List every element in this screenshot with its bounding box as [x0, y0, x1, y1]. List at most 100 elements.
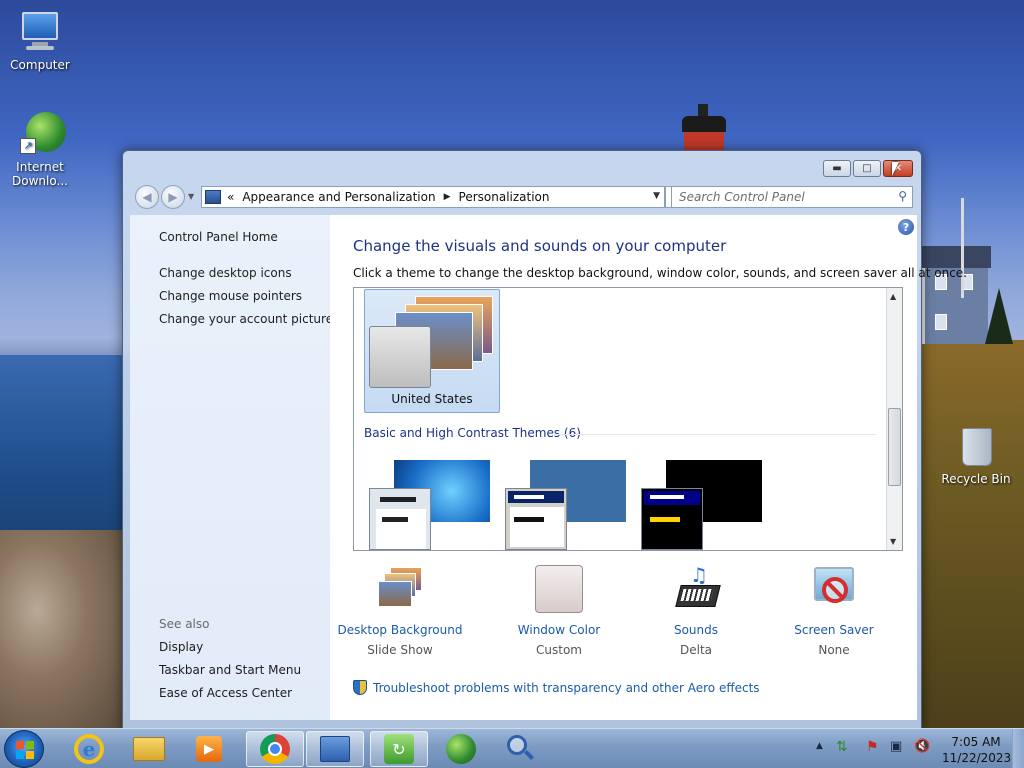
display-link[interactable]: Display: [159, 640, 203, 654]
taskbar-control-panel[interactable]: [306, 731, 364, 767]
navigation-bar: ◀ ▶ ▼ « Appearance and Personalization ▶…: [131, 184, 913, 210]
search-placeholder: Search Control Panel: [679, 190, 805, 204]
green-arrows-icon: ↻: [384, 734, 414, 764]
wallpaper-grass: [920, 340, 1024, 730]
minimize-button[interactable]: ▬: [823, 160, 851, 177]
ease-of-access-link[interactable]: Ease of Access Center: [159, 686, 292, 700]
window-color-value: Custom: [536, 643, 582, 657]
window-color-icon: [535, 565, 583, 613]
theme-label: United States: [391, 392, 473, 406]
clock[interactable]: 7:05 AM 11/22/2023: [942, 734, 1012, 766]
system-tray: ▲ ⇅ ⚑ ▣ 🔇 7:05 AM 11/22/2023: [810, 729, 1024, 768]
back-button[interactable]: ◀: [135, 185, 159, 209]
action-center-icon[interactable]: ⚑: [866, 739, 879, 755]
sounds-icon: ♫: [672, 563, 721, 613]
internet-download-manager-icon: ↗: [18, 112, 66, 156]
wallpaper-lighthouse: [678, 104, 730, 154]
window-color-setting[interactable]: Window Color Custom: [494, 565, 624, 657]
volume-muted-icon[interactable]: 🔇: [914, 739, 930, 754]
theme-windows-classic[interactable]: [500, 460, 626, 550]
taskbar-internet-explorer[interactable]: e: [60, 731, 118, 767]
maximize-button[interactable]: □: [853, 160, 881, 177]
change-mouse-pointers-link[interactable]: Change mouse pointers: [159, 289, 302, 303]
computer-icon: [18, 10, 62, 54]
help-button[interactable]: ?: [898, 219, 914, 235]
change-account-picture-link[interactable]: Change your account picture: [159, 312, 333, 326]
sounds-setting[interactable]: ♫ Sounds Delta: [631, 563, 761, 657]
page-title: Change the visuals and sounds on your co…: [353, 237, 727, 255]
address-dropdown-icon[interactable]: ▼: [653, 191, 660, 201]
taskbar-media-player[interactable]: ▶: [180, 731, 238, 767]
breadcrumb-personalization[interactable]: Personalization: [459, 190, 550, 204]
start-button[interactable]: [4, 730, 44, 768]
screen-saver-value: None: [818, 643, 850, 657]
breadcrumb-overflow[interactable]: «: [227, 190, 234, 204]
wallpaper-tree: [985, 288, 1013, 344]
breadcrumb-separator-icon[interactable]: ▶: [444, 192, 451, 202]
taskbar-chrome[interactable]: [246, 731, 304, 767]
media-player-icon: ▶: [196, 736, 222, 762]
internet-download-manager-icon: [446, 734, 476, 764]
forward-button[interactable]: ▶: [161, 185, 185, 209]
sounds-value: Delta: [679, 643, 712, 657]
desktop-icon-recycle-bin[interactable]: Recycle Bin: [936, 424, 1016, 486]
scroll-thumb[interactable]: [888, 408, 901, 486]
search-input[interactable]: Search Control Panel ⚲: [671, 186, 913, 208]
wallpaper-flagpole: [961, 198, 964, 298]
back-arrow-icon: ◀: [142, 190, 152, 204]
theme-united-states[interactable]: United States: [364, 289, 500, 413]
network-icon[interactable]: ▣: [890, 739, 902, 754]
show-hidden-icons-button[interactable]: ▲: [816, 741, 823, 751]
screen-saver-icon: [810, 565, 858, 613]
taskbar-start-menu-link[interactable]: Taskbar and Start Menu: [159, 663, 301, 677]
screen-saver-setting[interactable]: Screen Saver None: [769, 565, 899, 657]
main-content: ? Change the visuals and sounds on your …: [330, 215, 967, 720]
scroll-up-icon[interactable]: ▲: [890, 292, 896, 301]
network-activity-icon[interactable]: ⇅: [836, 739, 848, 755]
taskbar-file-explorer[interactable]: [120, 731, 178, 767]
screen-saver-link[interactable]: Screen Saver: [769, 623, 899, 637]
address-bar[interactable]: « Appearance and Personalization ▶ Perso…: [201, 186, 665, 208]
window-color-link[interactable]: Window Color: [494, 623, 624, 637]
help-icon: ?: [902, 220, 910, 234]
troubleshoot-link[interactable]: Troubleshoot problems with transparency …: [353, 680, 760, 695]
theme-list-scrollbar[interactable]: ▲ ▼: [886, 288, 902, 550]
theme-high-contrast[interactable]: [636, 460, 762, 550]
wallpaper-sea: [0, 355, 130, 555]
taskbar: e ▶ ↻ ▲ ⇅ ⚑ ▣ 🔇 7:05 AM 11/22/2023: [0, 728, 1024, 768]
control-panel-icon: [205, 190, 221, 204]
clock-date: 11/22/2023: [942, 751, 1012, 765]
desktop-background-setting[interactable]: Desktop Background Slide Show: [335, 565, 465, 657]
breadcrumb-appearance[interactable]: Appearance and Personalization: [242, 190, 435, 204]
desktop-background-value: Slide Show: [367, 643, 433, 657]
windows-logo-icon: [16, 741, 34, 759]
forward-arrow-icon: ▶: [168, 190, 178, 204]
magnifier-icon: [507, 735, 535, 763]
show-desktop-button[interactable]: [1012, 729, 1024, 768]
internet-explorer-icon: e: [74, 734, 104, 764]
sounds-link[interactable]: Sounds: [631, 623, 761, 637]
change-desktop-icons-link[interactable]: Change desktop icons: [159, 266, 292, 280]
taskbar-recycle-app[interactable]: ↻: [370, 731, 428, 767]
theme-settings-row: Desktop Background Slide Show Window Col…: [330, 563, 917, 665]
scroll-down-icon[interactable]: ▼: [890, 537, 896, 546]
control-panel-home-link[interactable]: Control Panel Home: [159, 230, 278, 244]
recent-pages-dropdown[interactable]: ▼: [188, 192, 194, 201]
search-icon[interactable]: ⚲: [898, 189, 907, 203]
taskbar-search-tool[interactable]: [492, 731, 550, 767]
desktop-background-link[interactable]: Desktop Background: [335, 623, 465, 637]
mouse-cursor-icon: [892, 162, 899, 176]
troubleshoot-link-text[interactable]: Troubleshoot problems with transparency …: [373, 681, 760, 695]
group-divider: [554, 434, 876, 435]
folder-icon: [133, 737, 165, 761]
theme-windows7-basic[interactable]: [364, 460, 490, 550]
theme-list[interactable]: United States Basic and High Contrast Th…: [353, 287, 903, 551]
desktop-icon-computer[interactable]: Computer: [0, 10, 80, 72]
maximize-icon: □: [862, 163, 872, 174]
basic-themes-group-title: Basic and High Contrast Themes (6): [364, 426, 581, 440]
desktop-icon-internet-download-manager[interactable]: ↗ Internet Downlo...: [0, 112, 80, 188]
chrome-icon: [260, 734, 290, 764]
taskbar-internet-download-manager[interactable]: [432, 731, 490, 767]
personalization-window: ▬ □ ✕ ◀ ▶ ▼ « Appearance and Personaliza…: [122, 150, 967, 730]
clock-time: 7:05 AM: [951, 735, 1001, 749]
